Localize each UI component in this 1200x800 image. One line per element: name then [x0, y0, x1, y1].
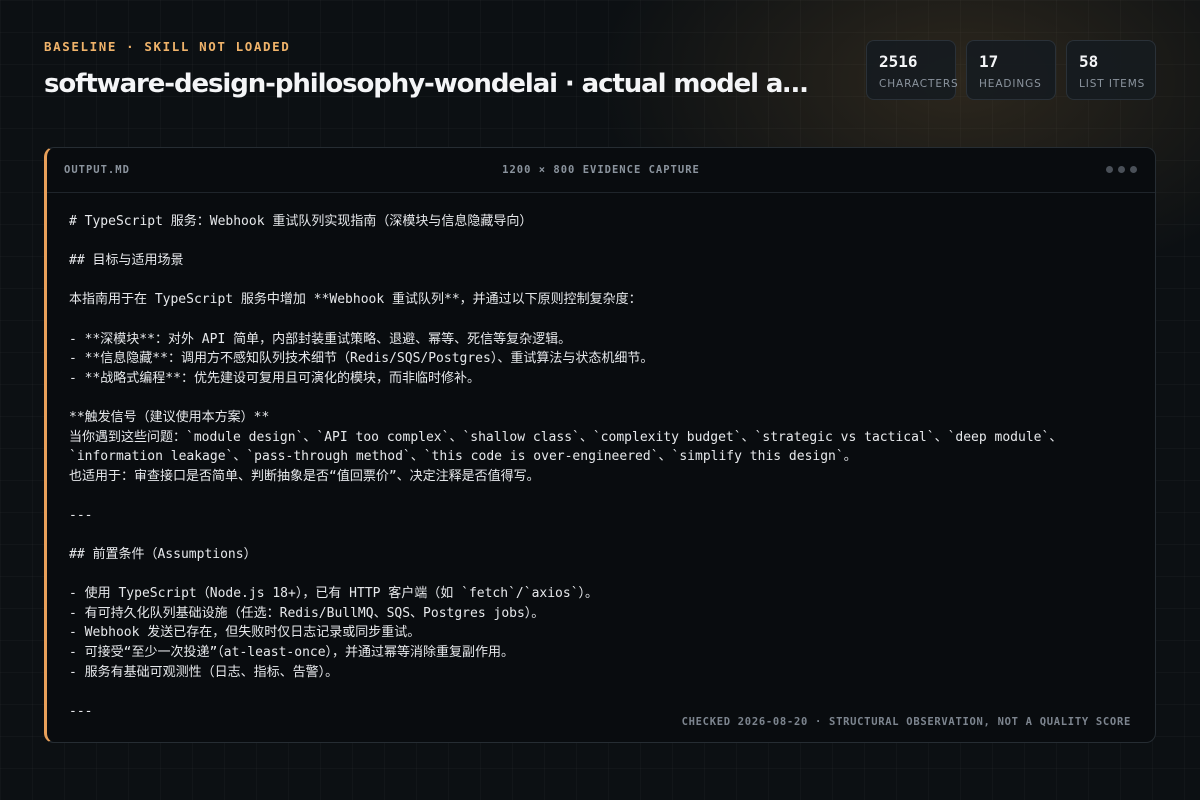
md-line: - 可接受“至少一次投递”（at-least-once），并通过幂等消除重复副作… [69, 645, 515, 661]
md-line: ## 前置条件（Assumptions） [69, 547, 257, 563]
md-line: - 使用 TypeScript（Node.js 18+），已有 HTTP 客户端… [69, 586, 599, 602]
window-dots [1106, 166, 1137, 173]
panel-header: OUTPUT.MD 1200 × 800 EVIDENCE CAPTURE [47, 148, 1155, 193]
md-line: ## 目标与适用场景 [69, 253, 184, 269]
md-line: - **战略式编程**：优先建设可复用且可演化的模块，而非临时修补。 [69, 370, 480, 386]
md-line: # TypeScript 服务：Webhook 重试队列实现指南（深模块与信息隐… [69, 214, 533, 229]
md-line [69, 232, 1139, 252]
stat-label: LIST ITEMS [1079, 78, 1146, 90]
md-line: - **信息隐藏**：调用方不感知队列技术细节（Redis/SQS/Postgr… [69, 351, 654, 367]
md-line [69, 682, 1139, 702]
md-line: --- [69, 507, 93, 523]
md-line: **触发信号（建议使用本方案）** [69, 409, 270, 425]
md-line [69, 526, 1139, 546]
stat-value: 2516 [879, 52, 918, 71]
md-line [69, 271, 1139, 291]
eyebrow-label: BASELINE · SKILL NOT LOADED [44, 39, 291, 54]
md-line: 也适用于：审查接口是否简单、判断抽象是否“值回票价”、决定注释是否值得写。 [69, 468, 540, 484]
output-panel: OUTPUT.MD 1200 × 800 EVIDENCE CAPTURE # … [44, 147, 1156, 743]
stat-card-characters: 2516 CHARACTERS [866, 40, 959, 100]
capture-label: 1200 × 800 EVIDENCE CAPTURE [502, 164, 700, 176]
md-line [69, 310, 1139, 330]
md-line: - 有可持久化队列基础设施（任选：Redis/BullMQ、SQS、Postgr… [69, 605, 545, 621]
md-line [69, 486, 1139, 506]
stat-value: 17 [979, 52, 999, 71]
md-line: 本指南用于在 TypeScript 服务中增加 **Webhook 重试队列**… [69, 292, 642, 308]
md-line: - **深模块**：对外 API 简单，内部封装重试策略、退避、幂等、死信等复杂… [69, 331, 572, 347]
md-line [69, 565, 1139, 585]
md-line: 当你遇到这些问题：`module design`、`API too comple… [69, 429, 1063, 445]
stat-label: HEADINGS [979, 78, 1042, 90]
md-line [69, 388, 1139, 408]
dot-icon [1106, 166, 1113, 173]
page-title: software-design-philosophy-wondelai · ac… [44, 69, 814, 99]
md-line: - Webhook 发送已存在，但失败时仅日志记录或同步重试。 [69, 625, 421, 641]
markdown-body: # TypeScript 服务：Webhook 重试队列实现指南（深模块与信息隐… [69, 212, 1139, 721]
md-line: `information leakage`、`pass-through meth… [69, 449, 857, 465]
dot-icon [1118, 166, 1125, 173]
stat-label: CHARACTERS [879, 78, 959, 90]
stat-value: 58 [1079, 52, 1099, 71]
panel-footer: CHECKED 2026-08-20 · STRUCTURAL OBSERVAT… [681, 716, 1131, 728]
stat-card-list-items: 58 LIST ITEMS [1066, 40, 1156, 100]
md-line: - 服务有基础可观测性（日志、指标、告警）。 [69, 664, 339, 680]
dot-icon [1130, 166, 1137, 173]
stats-bar: 2516 CHARACTERS 17 HEADINGS 58 LIST ITEM… [866, 40, 1156, 100]
stat-card-headings: 17 HEADINGS [966, 40, 1056, 100]
